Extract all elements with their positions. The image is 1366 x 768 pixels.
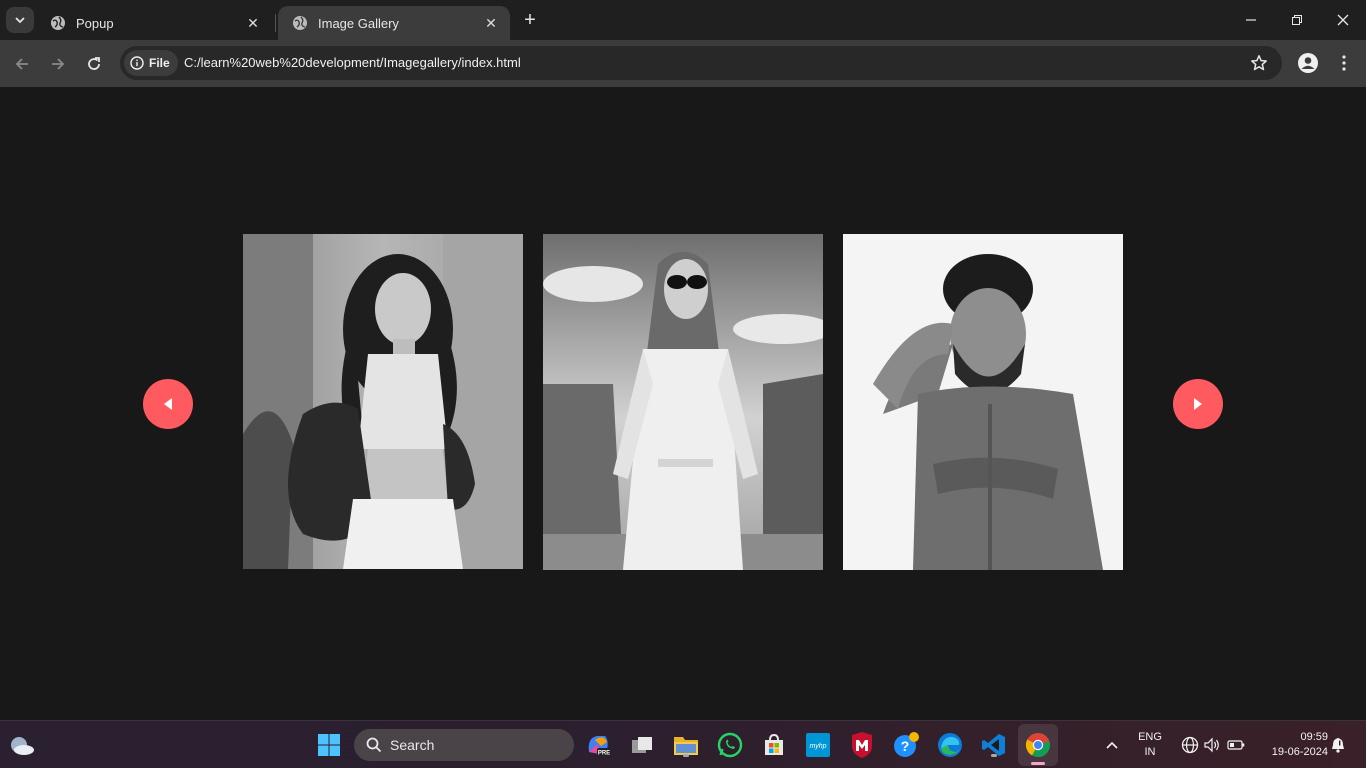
windows-taskbar: Search PRE myhp ? ENG IN 09:59 19-06-202… xyxy=(0,720,1366,768)
myhp-label: myhp xyxy=(809,743,826,750)
url-text[interactable]: C:/learn%20web%20development/Imagegaller… xyxy=(184,55,521,70)
kebab-menu-icon xyxy=(1342,55,1346,71)
windows-logo-icon xyxy=(318,734,340,756)
show-hidden-icons-button[interactable] xyxy=(1098,731,1126,759)
get-help-button[interactable]: ? xyxy=(892,731,920,759)
menu-button[interactable] xyxy=(1332,51,1356,75)
notifications-button[interactable] xyxy=(1330,731,1346,759)
tab-title: Image Gallery xyxy=(318,15,399,31)
scheme-label: File xyxy=(149,56,170,70)
notification-bell-icon xyxy=(1332,738,1344,753)
running-indicator xyxy=(991,754,997,757)
copilot-icon: PRE xyxy=(588,736,611,757)
copilot-button[interactable]: PRE xyxy=(584,731,612,759)
reload-icon xyxy=(88,57,100,70)
myhp-button[interactable]: myhp xyxy=(804,731,832,759)
battery-button[interactable] xyxy=(1222,731,1250,759)
tab-title: Popup xyxy=(76,15,114,31)
mcafee-icon xyxy=(852,732,872,758)
forward-button[interactable] xyxy=(45,51,71,77)
help-icon: ? xyxy=(894,732,919,757)
microsoft-store-button[interactable] xyxy=(760,731,788,759)
vscode-button[interactable] xyxy=(980,731,1008,759)
tab-search-button[interactable] xyxy=(6,7,34,33)
gallery-image-1[interactable] xyxy=(243,234,523,569)
minimize-button[interactable] xyxy=(1228,0,1274,40)
tab-strip: Popup ✕ Image Gallery ✕ + xyxy=(0,0,1366,40)
close-tab-icon[interactable]: ✕ xyxy=(482,14,500,32)
tab-image-gallery[interactable]: Image Gallery ✕ xyxy=(278,6,510,40)
myhp-icon: myhp xyxy=(806,733,830,757)
gallery-image-2[interactable] xyxy=(543,234,823,570)
restore-icon xyxy=(1292,15,1302,25)
search-label: Search xyxy=(390,737,435,753)
running-indicator xyxy=(683,754,689,757)
globe-icon xyxy=(51,16,65,30)
file-explorer-icon xyxy=(674,737,698,755)
svg-text:?: ? xyxy=(901,738,910,754)
tab-divider xyxy=(275,14,276,32)
battery-icon xyxy=(1227,740,1245,750)
new-tab-button[interactable]: + xyxy=(520,10,540,30)
profile-icon[interactable] xyxy=(1296,51,1320,75)
whatsapp-icon xyxy=(717,732,743,758)
address-bar[interactable]: File C:/learn%20web%20development/Imageg… xyxy=(120,46,1282,80)
next-button[interactable] xyxy=(1173,379,1223,429)
arrow-right-icon xyxy=(52,58,65,70)
clock[interactable]: 09:59 19-06-2024 xyxy=(1256,731,1328,758)
task-view-icon xyxy=(632,737,652,753)
speaker-icon xyxy=(1204,737,1219,753)
info-icon xyxy=(130,56,144,70)
copilot-badge: PRE xyxy=(598,751,610,757)
whatsapp-button[interactable] xyxy=(716,731,744,759)
chrome-icon xyxy=(1025,733,1050,757)
reload-button[interactable] xyxy=(81,51,107,77)
close-icon xyxy=(1337,14,1349,26)
microsoft-store-icon xyxy=(765,733,783,755)
triangle-left-icon xyxy=(164,398,172,410)
search-icon xyxy=(366,737,382,753)
clock-date: 19-06-2024 xyxy=(1271,746,1328,758)
mcafee-button[interactable] xyxy=(848,731,876,759)
edge-icon xyxy=(938,733,962,757)
file-explorer-button[interactable] xyxy=(672,731,700,759)
chrome-button[interactable] xyxy=(1018,724,1058,766)
portrait-photo xyxy=(243,234,523,569)
close-window-button[interactable] xyxy=(1320,0,1366,40)
restore-button[interactable] xyxy=(1274,0,1320,40)
language-region: IN xyxy=(1144,746,1156,758)
weather-cloud-icon xyxy=(11,737,34,755)
minimize-icon xyxy=(1246,19,1256,21)
back-button[interactable] xyxy=(9,51,35,77)
triangle-right-icon xyxy=(1194,398,1202,410)
portrait-photo xyxy=(543,234,823,570)
taskbar-search-box[interactable]: Search xyxy=(354,729,574,761)
previous-button[interactable] xyxy=(143,379,193,429)
chevron-up-icon xyxy=(1106,741,1118,749)
arrow-left-icon xyxy=(15,58,28,70)
star-icon[interactable] xyxy=(1250,54,1268,72)
globe-icon xyxy=(293,16,307,30)
close-tab-icon[interactable]: ✕ xyxy=(244,14,262,32)
clock-time: 09:59 xyxy=(1300,731,1328,743)
language-code: ENG xyxy=(1138,731,1162,743)
globe-network-icon xyxy=(1181,736,1199,754)
page-viewport xyxy=(0,87,1366,720)
weather-widget[interactable] xyxy=(8,731,36,759)
chevron-down-icon xyxy=(15,17,25,24)
task-view-button[interactable] xyxy=(628,731,656,759)
active-indicator xyxy=(1031,762,1045,765)
start-button[interactable] xyxy=(315,731,343,759)
edge-button[interactable] xyxy=(936,731,964,759)
portrait-photo xyxy=(843,234,1123,570)
tab-popup[interactable]: Popup ✕ xyxy=(36,6,272,40)
gallery-image-3[interactable] xyxy=(843,234,1123,570)
site-info-chip[interactable]: File xyxy=(124,50,178,76)
browser-toolbar: File C:/learn%20web%20development/Imageg… xyxy=(0,40,1366,87)
language-indicator[interactable]: ENG IN xyxy=(1134,731,1166,758)
